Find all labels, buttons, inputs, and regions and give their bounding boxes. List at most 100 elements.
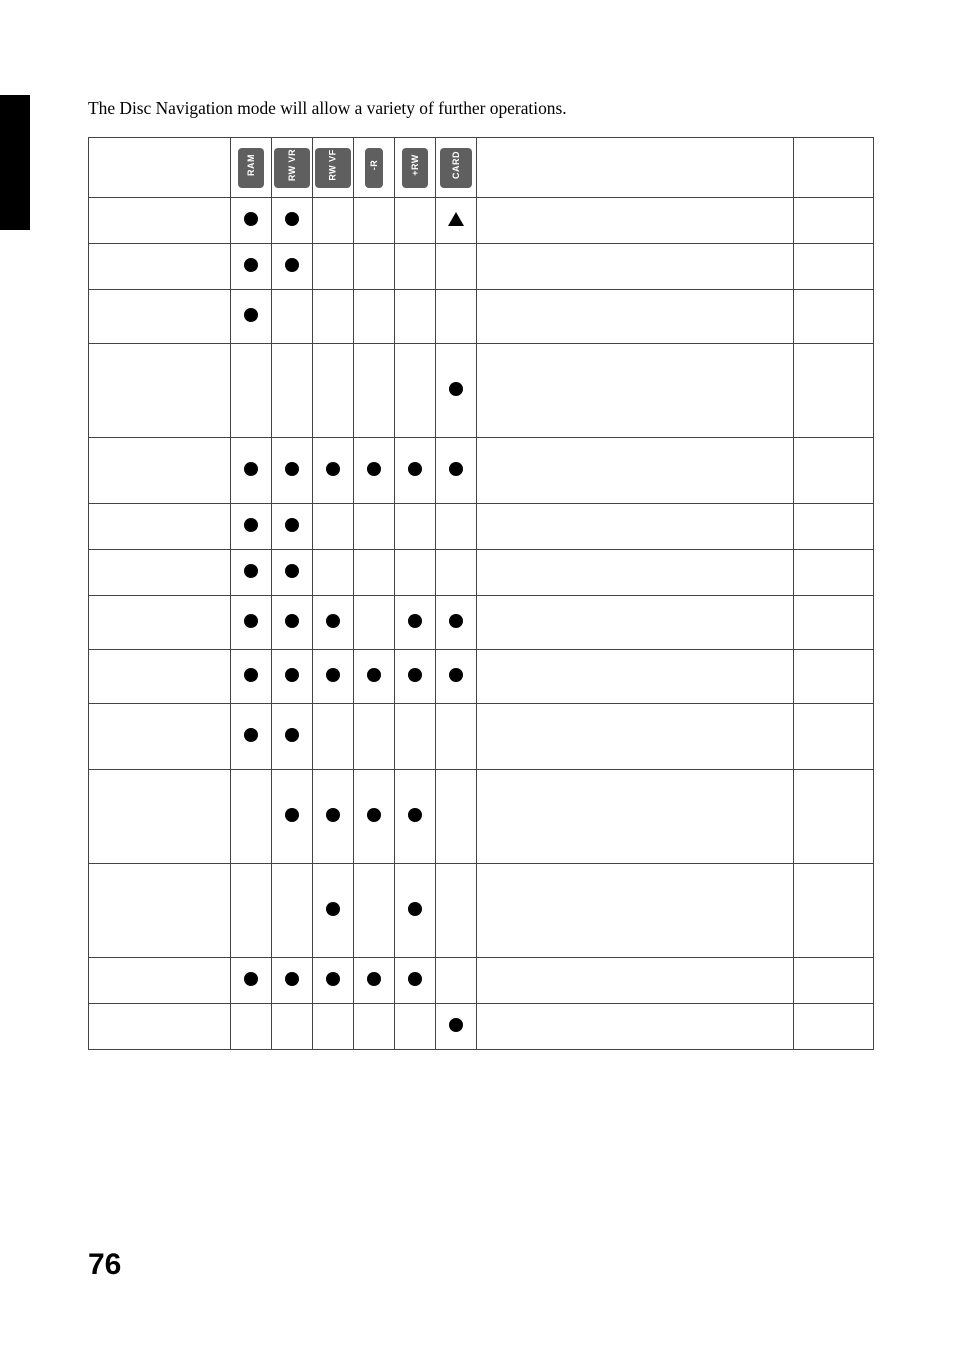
media-cell (231, 290, 272, 344)
dot-icon (244, 728, 258, 742)
dot-icon (326, 972, 340, 986)
media-cell (354, 504, 395, 550)
media-cell (395, 344, 436, 438)
row-label-cell (89, 550, 231, 596)
dot-icon (449, 382, 463, 396)
media-cell (231, 596, 272, 650)
media-cell (354, 550, 395, 596)
reference-cell (794, 198, 874, 244)
media-cell (313, 596, 354, 650)
table-body (89, 198, 874, 1050)
media-cell (272, 198, 313, 244)
reference-cell (794, 770, 874, 864)
media-cell (272, 770, 313, 864)
media-cell (395, 864, 436, 958)
reference-cell (794, 438, 874, 504)
media-cell (436, 244, 477, 290)
dot-icon (244, 614, 258, 628)
description-cell (477, 550, 794, 596)
dot-icon (244, 462, 258, 476)
media-cell (395, 596, 436, 650)
triangle-icon (448, 212, 464, 226)
media-cell (395, 1004, 436, 1050)
table-row (89, 504, 874, 550)
dot-icon (408, 972, 422, 986)
media-cell (231, 650, 272, 704)
dot-icon (244, 518, 258, 532)
media-cell (313, 198, 354, 244)
col-card: CARD (436, 138, 477, 198)
reference-cell (794, 864, 874, 958)
page-root: The Disc Navigation mode will allow a va… (0, 0, 954, 1352)
media-cell (272, 550, 313, 596)
media-cell (354, 650, 395, 704)
reference-cell (794, 244, 874, 290)
media-cell (272, 864, 313, 958)
media-cell (313, 290, 354, 344)
dot-icon (244, 668, 258, 682)
media-cell (436, 344, 477, 438)
reference-cell (794, 596, 874, 650)
col-minus-r: -R (354, 138, 395, 198)
media-cell (231, 770, 272, 864)
media-cell (231, 244, 272, 290)
media-cell (231, 344, 272, 438)
media-cell (354, 198, 395, 244)
table-row (89, 550, 874, 596)
media-cell (436, 864, 477, 958)
dot-icon (285, 808, 299, 822)
description-cell (477, 198, 794, 244)
media-cell (354, 244, 395, 290)
dot-icon (285, 614, 299, 628)
dot-icon (449, 614, 463, 628)
media-cell (395, 198, 436, 244)
media-cell (313, 864, 354, 958)
reference-cell (794, 1004, 874, 1050)
table-row (89, 344, 874, 438)
table-row (89, 864, 874, 958)
media-cell (231, 958, 272, 1004)
dot-icon (244, 972, 258, 986)
media-cell (354, 958, 395, 1004)
functions-table: RAM RW VR RW VF -R +RW CARD (88, 137, 874, 1050)
table-row (89, 770, 874, 864)
media-cell (395, 290, 436, 344)
reference-cell (794, 958, 874, 1004)
reference-cell (794, 550, 874, 596)
description-cell (477, 704, 794, 770)
media-cell (313, 650, 354, 704)
table-row (89, 704, 874, 770)
media-cell (272, 504, 313, 550)
row-label-cell (89, 770, 231, 864)
dot-icon (408, 902, 422, 916)
row-label-cell (89, 704, 231, 770)
dot-icon (326, 614, 340, 628)
media-cell (354, 596, 395, 650)
media-cell (436, 958, 477, 1004)
dot-icon (408, 668, 422, 682)
table-row (89, 1004, 874, 1050)
dot-icon (244, 212, 258, 226)
table-row (89, 596, 874, 650)
media-cell (436, 290, 477, 344)
dot-icon (449, 668, 463, 682)
media-cell (436, 504, 477, 550)
media-cell (436, 704, 477, 770)
media-cell (354, 770, 395, 864)
side-tab (0, 95, 30, 230)
media-cell (272, 1004, 313, 1050)
media-cell (354, 864, 395, 958)
dot-icon (244, 258, 258, 272)
media-cell (313, 438, 354, 504)
description-cell (477, 650, 794, 704)
reference-cell (794, 290, 874, 344)
description-cell (477, 290, 794, 344)
dot-icon (285, 462, 299, 476)
dot-icon (285, 972, 299, 986)
dot-icon (326, 902, 340, 916)
dot-icon (244, 564, 258, 578)
media-cell (395, 704, 436, 770)
description-cell (477, 864, 794, 958)
media-cell (313, 550, 354, 596)
media-cell (313, 704, 354, 770)
